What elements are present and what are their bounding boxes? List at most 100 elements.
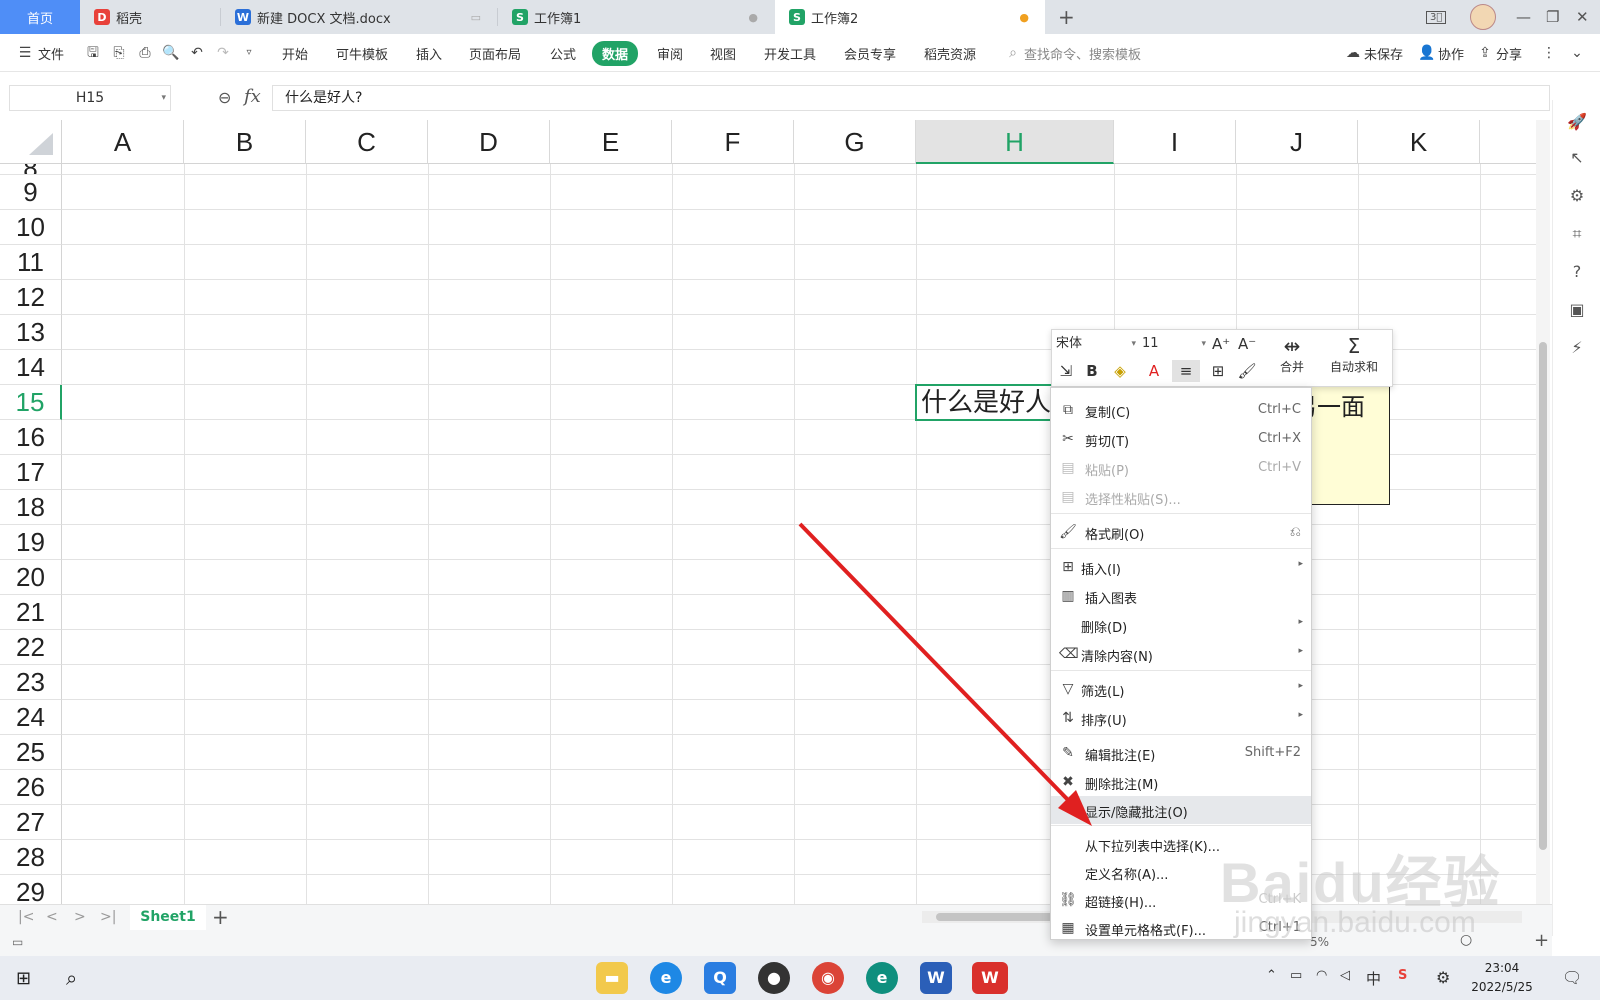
row-header-18[interactable]: 18	[0, 490, 62, 525]
search-input[interactable]: 查找命令、搜索模板	[1024, 44, 1141, 63]
menu-item-insert-chart[interactable]: ▥ 插入图表	[1051, 582, 1311, 610]
column-header-b[interactable]: B	[184, 120, 306, 164]
row-header-22[interactable]: 22	[0, 630, 62, 665]
font-size-select[interactable]: 11 ▾	[1142, 334, 1206, 354]
qq-icon[interactable]: ●	[758, 962, 790, 994]
horizontal-scroll-thumb[interactable]	[936, 913, 1056, 921]
collab-button[interactable]: 协作	[1438, 44, 1464, 63]
row-header-27[interactable]: 27	[0, 805, 62, 840]
search-icon[interactable]: ⌕	[66, 966, 77, 990]
menu-insert[interactable]: 插入	[416, 44, 442, 63]
decrease-font-icon[interactable]: A⁻	[1238, 334, 1256, 354]
column-header-d[interactable]: D	[428, 120, 550, 164]
chrome-icon[interactable]: ◉	[812, 962, 844, 994]
menu-docer-resources[interactable]: 稻壳资源	[924, 44, 976, 63]
undo-icon[interactable]: ↶	[188, 44, 206, 62]
edge-icon[interactable]: e	[866, 962, 898, 994]
row-header-11[interactable]: 11	[0, 245, 62, 280]
menu-item-sort[interactable]: ⇅ 排序(U) ▸	[1051, 704, 1311, 732]
menu-item-delete[interactable]: 删除(D) ▸	[1051, 611, 1311, 639]
merge-button[interactable]: ⇹ 合并	[1270, 334, 1314, 375]
restore-button[interactable]: ❐	[1546, 0, 1559, 34]
menu-member[interactable]: 会员专享	[844, 44, 896, 63]
formula-input[interactable]: 什么是好人?	[272, 85, 1550, 111]
minimize-button[interactable]: —	[1516, 0, 1531, 34]
sheet-tab-sheet1[interactable]: Sheet1	[130, 905, 206, 930]
bold-icon[interactable]: B	[1082, 360, 1102, 382]
menu-item-toggle-comment[interactable]: 显示/隐藏批注(O)	[1051, 796, 1311, 824]
customize-dropdown-icon[interactable]: ▿	[240, 44, 258, 62]
increase-font-icon[interactable]: A⁺	[1212, 334, 1230, 354]
qq-browser-icon[interactable]: Q	[704, 962, 736, 994]
cursor-icon[interactable]: ↖	[1567, 148, 1587, 168]
row-header-23[interactable]: 23	[0, 665, 62, 700]
menu-item-clear[interactable]: ⌫ 清除内容(N) ▸	[1051, 640, 1311, 668]
row-header-13[interactable]: 13	[0, 315, 62, 350]
zoom-in-icon[interactable]: +	[1534, 930, 1549, 951]
row-header-21[interactable]: 21	[0, 595, 62, 630]
column-header-k[interactable]: K	[1358, 120, 1480, 164]
fill-color-icon[interactable]: ◈	[1106, 360, 1134, 382]
autosum-button[interactable]: Σ 自动求和	[1318, 334, 1390, 375]
tab-docx[interactable]: W 新建 DOCX 文档.docx ▭	[221, 0, 497, 34]
column-header-h[interactable]: H	[916, 120, 1114, 164]
new-tab-button[interactable]: +	[1058, 0, 1075, 34]
menu-page-layout[interactable]: 页面布局	[469, 44, 521, 63]
menu-developer[interactable]: 开发工具	[764, 44, 816, 63]
volume-icon[interactable]: ◁	[1340, 968, 1350, 983]
select-all-corner[interactable]	[0, 120, 62, 164]
column-header-c[interactable]: C	[306, 120, 428, 164]
row-header-9[interactable]: 9	[0, 175, 62, 210]
wifi-icon[interactable]: ◠	[1316, 968, 1327, 983]
wps-icon[interactable]: W	[972, 962, 1008, 994]
add-sheet-button[interactable]: +	[212, 905, 229, 929]
row-header-12[interactable]: 12	[0, 280, 62, 315]
battery-icon[interactable]: ▭	[1290, 968, 1302, 983]
menu-item-insert[interactable]: ⊞ 插入(I) ▸	[1051, 553, 1311, 581]
column-header-a[interactable]: A	[62, 120, 184, 164]
layout-button[interactable]: 3⃞	[1426, 0, 1447, 34]
chevron-down-icon[interactable]: ▾	[161, 86, 166, 110]
row-header-24[interactable]: 24	[0, 700, 62, 735]
row-header-17[interactable]: 17	[0, 455, 62, 490]
browser-e-icon[interactable]: e	[650, 962, 682, 994]
align-center-icon[interactable]: ≡	[1172, 360, 1200, 382]
row-header-29[interactable]: 29	[0, 875, 62, 904]
tab-docer[interactable]: D 稻壳	[80, 0, 220, 34]
row-header-14[interactable]: 14	[0, 350, 62, 385]
menu-item-paste[interactable]: ▤ 粘贴(P) Ctrl+V	[1051, 454, 1311, 482]
format-painter-icon[interactable]: 🖌	[1236, 360, 1258, 382]
close-button[interactable]: ✕	[1576, 0, 1589, 34]
row-header-20[interactable]: 20	[0, 560, 62, 595]
unsaved-status[interactable]: 未保存	[1364, 44, 1403, 63]
save-icon[interactable]: 🖫	[84, 44, 102, 62]
windows-start-icon[interactable]: ⊞	[16, 968, 31, 989]
menu-item-paste-special[interactable]: ▤ 选择性粘贴(S)...	[1051, 483, 1311, 511]
hamburger-icon[interactable]: ☰	[16, 44, 34, 62]
export-pdf-icon[interactable]: ⎘	[110, 44, 128, 62]
menu-item-format-brush[interactable]: 🖌 格式刷(O) ⎌	[1051, 518, 1311, 546]
borders-icon[interactable]: ⊞	[1204, 360, 1232, 382]
format-brush-pin-icon[interactable]: ⎌	[1290, 524, 1301, 540]
font-name-select[interactable]: 宋体 ▾	[1056, 334, 1136, 354]
word-icon[interactable]: W	[920, 962, 952, 994]
avatar[interactable]	[1470, 0, 1496, 34]
row-header-10[interactable]: 10	[0, 210, 62, 245]
rocket-icon[interactable]: 🚀	[1567, 112, 1587, 132]
menu-item-delete-comment[interactable]: ✖ 删除批注(M)	[1051, 768, 1311, 796]
menu-item-filter[interactable]: ▽ 筛选(L) ▸	[1051, 675, 1311, 703]
menu-formula[interactable]: 公式	[550, 44, 576, 63]
settings-gear-icon[interactable]: ⚙	[1436, 968, 1450, 987]
last-sheet-icon[interactable]: >|	[100, 909, 116, 925]
sogou-icon[interactable]: S	[1398, 968, 1407, 983]
ime-indicator[interactable]: 中	[1366, 968, 1381, 989]
scrollbar-thumb[interactable]	[1539, 342, 1547, 850]
menu-file[interactable]: 文件	[38, 44, 64, 63]
column-header-i[interactable]: I	[1114, 120, 1236, 164]
row-header-8[interactable]: 8	[0, 164, 62, 175]
zoom-formula-icon[interactable]: ⊖	[218, 88, 231, 107]
file-explorer-icon[interactable]: ▬	[596, 962, 628, 994]
macro-record-icon[interactable]: ▭	[12, 935, 23, 949]
collapse-ribbon-icon[interactable]: ⌄	[1568, 44, 1586, 62]
row-header-25[interactable]: 25	[0, 735, 62, 770]
